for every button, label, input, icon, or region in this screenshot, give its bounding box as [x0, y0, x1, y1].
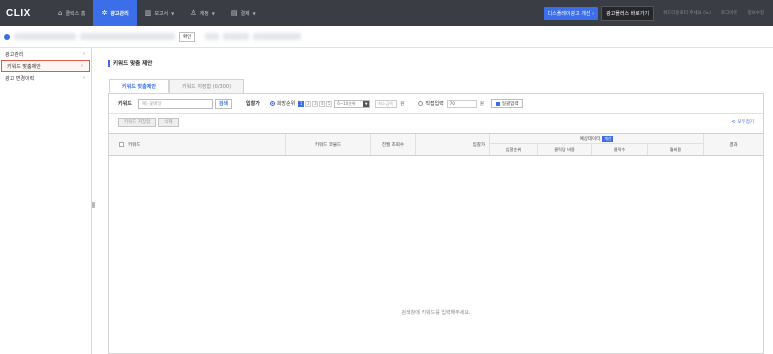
- keyword-label: 키워드: [118, 101, 132, 107]
- page-title-text: 키워드 맞춤 제안: [113, 61, 153, 67]
- nav-account[interactable]: ♙ 계정 ▼: [182, 0, 223, 26]
- action-row: 키워드 저장함 삭제 ⟲ 모두접기: [109, 114, 763, 130]
- calculate-button[interactable]: 계산: [602, 135, 614, 142]
- home-icon: ⌂: [58, 9, 63, 17]
- nav-payment[interactable]: ▤ 결제 ▼: [223, 0, 264, 26]
- nav-ad-management-label: 광고관리: [110, 10, 129, 17]
- direct-amount-input[interactable]: 70: [446, 99, 477, 108]
- title-accent-bar: [108, 59, 110, 67]
- card-icon: ▤: [230, 9, 238, 17]
- col-keyword-code: 키워드 코믈드: [285, 134, 370, 155]
- page-title: 키워드 맞춤 제안: [108, 59, 152, 67]
- select-all-checkbox[interactable]: [119, 142, 124, 147]
- col-result: 결과: [703, 134, 763, 155]
- col-keyword: 키워드: [109, 134, 285, 155]
- nav-home-label: 클릭스 홈: [65, 10, 86, 17]
- edit-profile-link[interactable]: 정보수정: [742, 10, 769, 16]
- nav-reports-label: 보고서: [154, 10, 169, 17]
- chevron-down-icon: ▼: [211, 10, 215, 16]
- account-bar: 확인: [0, 26, 773, 48]
- bulk-input-label: 일괄입력: [501, 101, 519, 107]
- sidebar: 광고관리 › 키워드 맞춤제안 › 광고 변경이력 ›: [0, 48, 92, 354]
- downloader-link[interactable]: 위드다운로더 주세요 (노): [658, 10, 716, 16]
- user-icon: ♙: [190, 9, 197, 17]
- chevron-right-icon: ›: [81, 63, 83, 69]
- chevron-right-icon: ›: [83, 75, 85, 81]
- rank-radio[interactable]: [269, 101, 275, 106]
- refresh-icon: ⟲: [731, 119, 736, 125]
- top-right-area: 디스플레이광고 개선 › 광고플러스 바로가기 위드다운로더 주세요 (노) 로…: [543, 0, 773, 26]
- tab-keyword-storage[interactable]: 키워드 저장함 (0/300): [168, 79, 245, 93]
- table-header: 키워드 키워드 코믈드 전월 조회수 입찰가 예상데이터 계산 입찰순위 클릭당…: [109, 133, 763, 156]
- nav-account-label: 계정: [199, 10, 209, 17]
- chart-icon: ▥: [144, 9, 152, 17]
- save-to-storage-button[interactable]: 키워드 저장함: [118, 117, 157, 127]
- rank-range-select[interactable]: 6~10순위 ▼: [334, 99, 371, 108]
- col-monthly-views: 전월 조회수: [370, 134, 415, 155]
- rank-button-4[interactable]: 4: [319, 100, 326, 107]
- account-confirm-button[interactable]: 확인: [179, 31, 196, 42]
- chevron-down-icon: ▼: [252, 10, 256, 16]
- unit-won: 원: [400, 101, 405, 107]
- tab-bar: 키워드 맞춤제안 키워드 저장함 (0/300): [109, 79, 245, 93]
- sidebar-resize-handle[interactable]: [92, 202, 95, 208]
- account-id-redacted: [80, 33, 175, 40]
- min-amount-input[interactable]: 최소금액: [375, 99, 398, 108]
- sidebar-item-label: 광고관리: [5, 51, 24, 58]
- col-group-estimated-label: 예상데이터: [579, 136, 601, 142]
- sidebar-item-label: 광고 변경이력: [5, 75, 35, 82]
- gear-icon: ✲: [101, 9, 108, 17]
- sidebar-item-keyword-suggestion[interactable]: 키워드 맞춤제안 ›: [1, 60, 90, 72]
- main-content: 키워드 맞춤 제안 키워드 맞춤제안 키워드 저장함 (0/300) 키워드 예…: [108, 48, 768, 354]
- rank-range-value: 6~10순위: [337, 100, 356, 106]
- chevron-down-icon: ▼: [171, 10, 175, 16]
- logout-link[interactable]: 로그아웃: [716, 10, 743, 16]
- col-cost-per-click: 클릭당 비용: [537, 144, 591, 155]
- nav-ad-management[interactable]: ✲ 광고관리: [93, 0, 137, 26]
- rank-button-2[interactable]: 2: [305, 100, 312, 107]
- direct-option-label: 직접입력: [425, 101, 444, 107]
- rank-option-label: 희망순위: [276, 101, 296, 107]
- filter-row: 키워드 예) 꽃배달 검색 입찰가 희망순위 1 2 3 4 5 6~10순위 …: [109, 94, 763, 114]
- chevron-down-icon: ▼: [363, 100, 370, 107]
- keyword-input[interactable]: 예) 꽃배달: [137, 98, 213, 109]
- nav-payment-label: 결제: [240, 10, 250, 17]
- tab-keyword-suggestion[interactable]: 키워드 맞춤제안: [109, 79, 169, 93]
- sidebar-item-change-history[interactable]: 광고 변경이력 ›: [0, 72, 91, 84]
- nav-reports[interactable]: ▥ 보고서 ▼: [137, 0, 183, 26]
- rank-button-5[interactable]: 5: [326, 100, 333, 107]
- account-info-redacted: [205, 33, 220, 40]
- collapse-all-link[interactable]: ⟲ 모두접기: [731, 119, 754, 126]
- sidebar-item-label: 키워드 맞춤제안: [7, 63, 41, 70]
- ad-plus-shortcut-button[interactable]: 광고플러스 바로가기: [601, 5, 655, 21]
- nav-home[interactable]: ⌂ 클릭스 홈: [50, 0, 93, 26]
- col-group-estimated: 예상데이터 계산: [489, 134, 703, 144]
- collapse-all-label: 모두접기: [737, 120, 754, 125]
- empty-state-message: 검색창에 키워드를 입력해주세요.: [401, 310, 471, 316]
- account-info-redacted: [223, 33, 250, 40]
- account-status-dot: [4, 33, 10, 40]
- bulk-icon: [495, 101, 500, 106]
- content-panel: 키워드 예) 꽃배달 검색 입찰가 희망순위 1 2 3 4 5 6~10순위 …: [108, 93, 764, 354]
- account-info-redacted: [253, 33, 302, 40]
- rank-button-3[interactable]: 3: [312, 100, 319, 107]
- direct-input-radio[interactable]: [418, 101, 424, 106]
- chevron-right-icon: ›: [83, 51, 85, 57]
- clix-logo[interactable]: CLIX: [6, 8, 50, 19]
- col-bid-rank: 입찰순위: [489, 144, 537, 155]
- display-ad-improvement-button[interactable]: 디스플레이광고 개선 ›: [543, 6, 599, 20]
- rank-button-1[interactable]: 1: [298, 100, 305, 107]
- unit-won: 원: [479, 101, 484, 107]
- col-bid: 입찰가: [415, 134, 489, 155]
- delete-button[interactable]: 삭제: [158, 117, 179, 127]
- account-name-redacted: [14, 33, 76, 40]
- col-clicks: 클릭수: [591, 144, 647, 155]
- sidebar-item-ad-management[interactable]: 광고관리 ›: [0, 48, 91, 60]
- col-monthly-cost: 월비용: [647, 144, 703, 155]
- col-keyword-label: 키워드: [128, 142, 141, 148]
- search-button[interactable]: 검색: [214, 98, 233, 109]
- bid-label: 입찰가: [246, 101, 260, 107]
- top-navigation-bar: CLIX ⌂ 클릭스 홈 ✲ 광고관리 ▥ 보고서 ▼ ♙ 계정 ▼ ▤ 결제 …: [0, 0, 773, 26]
- bulk-input-button[interactable]: 일괄입력: [490, 99, 524, 108]
